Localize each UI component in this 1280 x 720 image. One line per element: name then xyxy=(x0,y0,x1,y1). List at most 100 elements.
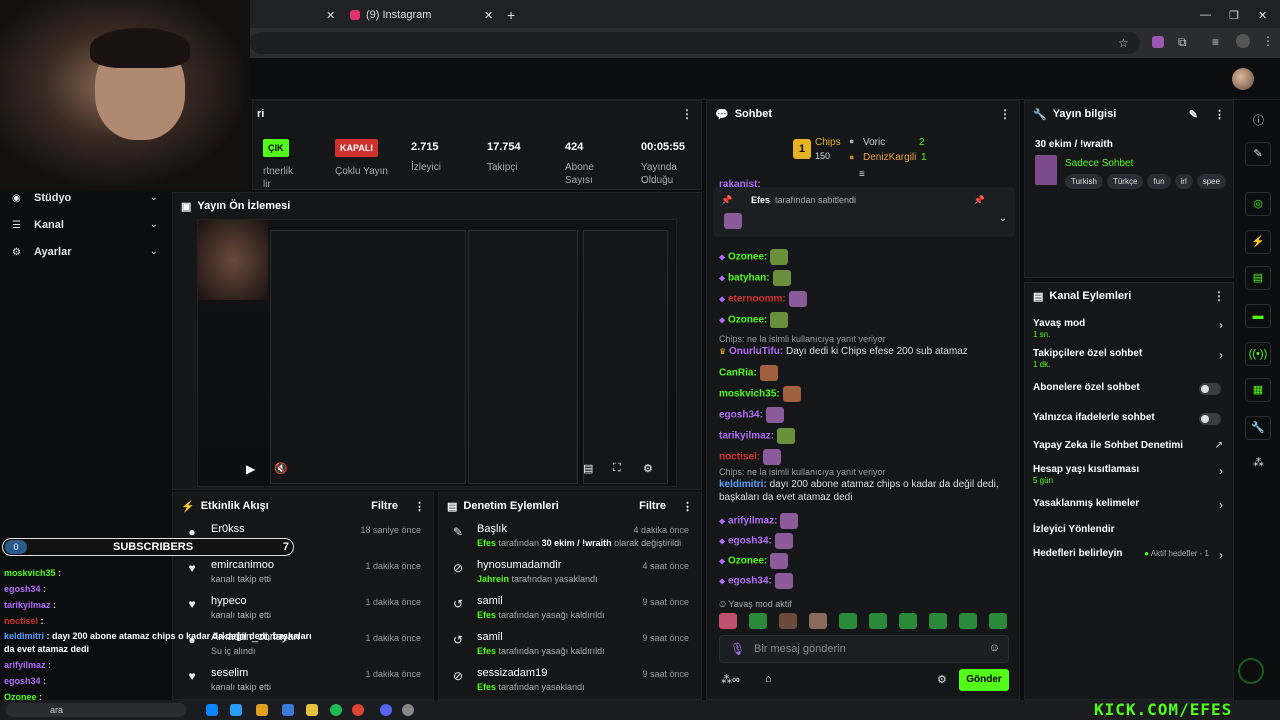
collapse-icon[interactable]: ≡ xyxy=(859,169,865,180)
emote-picker-item[interactable] xyxy=(719,613,737,629)
close-window-icon[interactable]: ✕ xyxy=(1258,4,1267,26)
preview-video[interactable]: ▶ 🔇 ▤ ⛶ ⚙ xyxy=(197,219,677,487)
edit-pencil-icon[interactable]: ✎ xyxy=(1189,108,1198,121)
channel-action-row[interactable]: Yavaş mod 1 sn. › xyxy=(1033,315,1225,341)
chat-username[interactable]: CanRia: xyxy=(719,368,757,379)
new-tab-icon[interactable]: + xyxy=(507,4,515,26)
chat-message[interactable]: tarikyilmaz: xyxy=(719,428,1009,444)
chat-message[interactable]: ◆ batyhan: xyxy=(719,270,1009,286)
chat-message[interactable]: ◆ egosh34: xyxy=(719,533,1009,549)
emote-picker-item[interactable] xyxy=(779,613,797,629)
chat-icon[interactable]: ▬ xyxy=(1245,304,1271,328)
emote-picker-item[interactable] xyxy=(839,613,857,629)
maximize-icon[interactable]: ❐ xyxy=(1229,4,1239,26)
tab-instagram[interactable]: (9) Instagram xyxy=(350,4,500,26)
chat-message[interactable]: keldimitri: dayı 200 abone atamaz chips … xyxy=(719,478,1009,504)
moderation-event[interactable]: ↺ samil Efes tarafından yasağı kaldırıld… xyxy=(447,593,693,629)
nav-studio[interactable]: ◉ Stüdyo ⌄ xyxy=(12,192,162,208)
stream-tag[interactable]: spee xyxy=(1196,174,1227,189)
discord-icon[interactable] xyxy=(380,704,392,716)
chat-message[interactable]: ◆ arifyilmaz: xyxy=(719,513,1009,529)
menu-icon[interactable]: ⋮ xyxy=(1262,34,1274,48)
chat-message[interactable]: noctisel: xyxy=(719,449,1009,465)
files-icon[interactable] xyxy=(256,704,268,716)
chat-username[interactable]: arifyilmaz: xyxy=(728,516,777,527)
playlist-icon[interactable]: ≡ xyxy=(1212,35,1219,49)
channel-action-row[interactable]: Abonelere özel sohbet xyxy=(1033,379,1225,405)
play-icon[interactable]: ▶ xyxy=(246,462,255,476)
chat-username[interactable]: egosh34: xyxy=(728,576,772,587)
outlook-icon[interactable] xyxy=(282,704,294,716)
grid-icon[interactable]: ▦ xyxy=(1245,378,1271,402)
leader-deniz[interactable]: DenizKargili xyxy=(863,152,916,163)
chat-username[interactable]: egosh34: xyxy=(719,410,763,421)
channel-action-row[interactable]: Hesap yaşı kısıtlaması 5 gün › xyxy=(1033,461,1225,487)
stream-tag[interactable]: Turkish xyxy=(1065,174,1103,189)
chat-message[interactable]: ◆ Ozonee: xyxy=(719,312,1009,328)
tab-instagram-close-icon[interactable]: ✕ xyxy=(484,4,493,26)
emoji-icon[interactable]: ☺ xyxy=(989,642,1000,654)
activity-filter-button[interactable]: Filtre xyxy=(371,500,398,512)
lightning-icon[interactable]: ⚡ xyxy=(1245,230,1271,254)
info-icon[interactable]: ⓘ xyxy=(1253,112,1264,128)
chat-username[interactable]: keldimitri: xyxy=(719,479,767,490)
extension-icon[interactable] xyxy=(1152,36,1164,48)
kebab-menu-icon[interactable]: ⋮ xyxy=(414,500,425,513)
kebab-menu-icon[interactable]: ⋮ xyxy=(681,107,693,121)
activity-event[interactable]: ♥ emircanimoo kanalı takip etti 1 dakika… xyxy=(181,557,425,593)
settings-icon[interactable]: ⚙ xyxy=(643,462,653,475)
channel-action-row[interactable]: Yapay Zeka ile Sohbet Denetimi ↗ xyxy=(1033,437,1225,463)
nav-channel[interactable]: ☰ Kanal ⌄ xyxy=(12,219,162,235)
toggle-switch[interactable] xyxy=(1199,413,1221,425)
chat-message[interactable]: CanRia: xyxy=(719,365,1009,381)
send-button[interactable]: Gönder xyxy=(959,669,1009,691)
moderation-event[interactable]: ✎ Başlık Efes tarafından 30 ekim / !wrai… xyxy=(447,521,693,557)
chat-message[interactable]: moskvich35: xyxy=(719,386,1009,402)
puzzle-icon[interactable]: ⧉ xyxy=(1178,35,1187,50)
chat-username[interactable]: Ozonee: xyxy=(728,252,767,263)
activity-event[interactable]: ♥ seselim kanalı takip etti 1 dakika önc… xyxy=(181,665,425,699)
url-field[interactable] xyxy=(250,32,1140,54)
store-icon[interactable]: ⌂ xyxy=(765,673,772,685)
emote-picker-item[interactable] xyxy=(869,613,887,629)
chat-message[interactable]: ◆ Ozonee: xyxy=(719,553,1009,569)
channel-action-row[interactable]: İzleyici Yönlendir xyxy=(1033,521,1225,547)
edit-icon[interactable]: ✎ xyxy=(1245,142,1271,166)
profile-icon[interactable] xyxy=(1236,34,1250,48)
edge-icon[interactable] xyxy=(230,704,242,716)
category-name[interactable]: Sadece Sohbet xyxy=(1065,158,1133,169)
chat-message[interactable]: ♛ OnurluTifu: Dayı dedi ki Chips efese 2… xyxy=(719,345,1009,358)
bookmark-star-icon[interactable]: ☆ xyxy=(1118,36,1129,50)
screenshot-icon[interactable]: ▤ xyxy=(583,462,593,475)
emote-picker-item[interactable] xyxy=(899,613,917,629)
emote-picker-item[interactable] xyxy=(809,613,827,629)
chat-username[interactable]: Ozonee: xyxy=(728,315,767,326)
unpin-icon[interactable]: 📌 xyxy=(974,195,985,206)
activity-event[interactable]: ♥ hypeco kanalı takip etti 1 dakika önce xyxy=(181,593,425,629)
leader-voric[interactable]: Voric xyxy=(863,137,885,148)
chat-username[interactable]: moskvich35: xyxy=(719,389,780,400)
chat-message[interactable]: ◆ Ozonee: xyxy=(719,249,1009,265)
channel-action-row[interactable]: Yalnızca ifadelerle sohbet xyxy=(1033,409,1225,435)
emote-picker-item[interactable] xyxy=(989,613,1007,629)
kebab-menu-icon[interactable]: ⋮ xyxy=(1214,108,1225,121)
chat-input-box[interactable]: 🎙 Bir mesaj gönderin ☺ xyxy=(719,635,1009,663)
chat-message[interactable]: ◆ eternoomm: xyxy=(719,291,1009,307)
chat-username[interactable]: noctisel: xyxy=(719,452,760,463)
minimize-icon[interactable]: — xyxy=(1200,4,1211,26)
moderation-filter-button[interactable]: Filtre xyxy=(639,500,666,512)
kick-points-icon[interactable]: ⁂∞ xyxy=(721,673,740,686)
chat-username[interactable]: Ozonee: xyxy=(728,556,767,567)
chat-username[interactable]: OnurluTifu: xyxy=(729,346,783,357)
kebab-menu-icon[interactable]: ⋮ xyxy=(999,107,1011,121)
leader-name[interactable]: Chips xyxy=(815,137,841,148)
stream-tag[interactable]: irl xyxy=(1174,174,1193,189)
spotify-icon[interactable] xyxy=(330,704,342,716)
moderation-event[interactable]: ⊘ hynosumadamdir Jahrein tarafından yasa… xyxy=(447,557,693,593)
obs-icon[interactable] xyxy=(402,704,414,716)
kebab-menu-icon[interactable]: ⋮ xyxy=(682,500,693,513)
chat-username[interactable]: egosh34: xyxy=(728,536,772,547)
taskbar-search[interactable]: ara xyxy=(6,703,186,717)
windows-icon[interactable] xyxy=(206,704,218,716)
nav-settings[interactable]: ⚙ Ayarlar ⌄ xyxy=(12,246,162,262)
